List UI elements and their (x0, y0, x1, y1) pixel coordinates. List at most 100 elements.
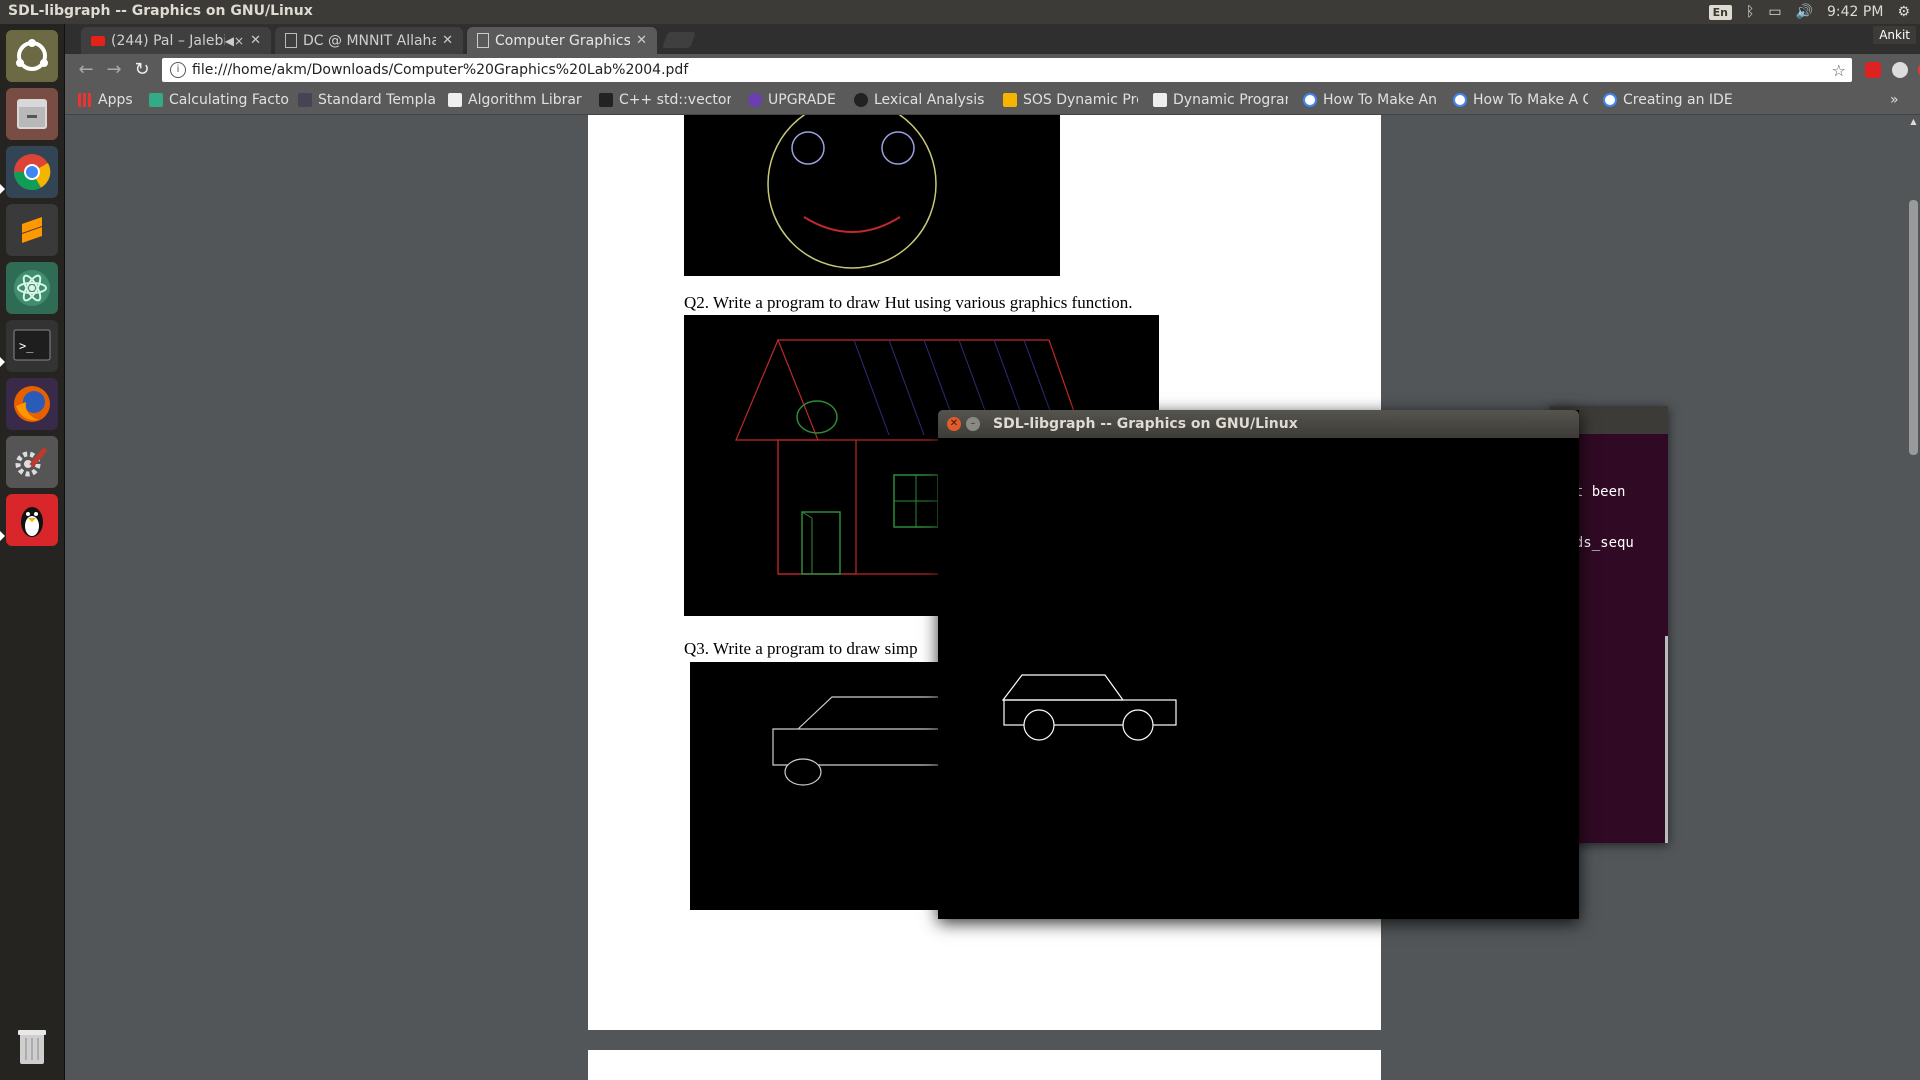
sdl-canvas[interactable] (938, 438, 1579, 919)
bookmark-algorithm-librar[interactable]: Algorithm Librar (448, 91, 583, 109)
pdf-page-next (588, 1050, 1381, 1080)
forward-arrow-icon[interactable]: → (103, 59, 125, 81)
bookmarks-overflow-button[interactable]: » (1890, 91, 1910, 109)
bookmark-label: Lexical Analysis (874, 92, 985, 108)
adblock-plus-icon[interactable] (1865, 62, 1881, 78)
launcher-sublime[interactable] (6, 204, 58, 256)
bookmark-label: SOS Dynamic Pro (1023, 92, 1138, 108)
system-settings-icon (15, 447, 48, 477)
volume-icon[interactable]: 🔊 (1796, 4, 1813, 20)
reload-icon[interactable]: ↻ (131, 59, 153, 81)
tab-dc-mnnit[interactable]: DC @ MNNIT Allaha ✕ (275, 27, 463, 54)
back-arrow-icon[interactable]: ← (75, 59, 97, 81)
close-icon[interactable]: ✕ (442, 33, 453, 48)
battery-icon[interactable]: ▭ (1768, 4, 1781, 20)
keyboard-layout-indicator[interactable]: En (1708, 4, 1732, 20)
star-bookmark-icon[interactable]: ☆ (1832, 61, 1846, 80)
close-icon[interactable]: ✕ (636, 33, 647, 48)
running-indicator (0, 184, 5, 194)
bookmark-label: C++ std::vector : (619, 92, 731, 108)
sublime-text-icon (22, 217, 42, 243)
github-icon (854, 93, 868, 107)
speaker-muted-icon[interactable]: ◀× (225, 34, 244, 48)
launcher-chrome[interactable] (6, 146, 58, 198)
tab-youtube[interactable]: (244) Pal – Jalebi ◀× ✕ (81, 27, 271, 54)
bookmark-calculating-facto[interactable]: Calculating Facto (149, 91, 289, 109)
bookmark-label: Dynamic Program (1173, 92, 1288, 108)
tab-title: DC @ MNNIT Allaha (303, 32, 437, 49)
apps-grid-icon (78, 93, 92, 107)
pdf-scrollbar[interactable]: ▲ (1906, 115, 1920, 1080)
running-indicator (0, 357, 5, 367)
launcher-files[interactable] (6, 88, 58, 140)
bookmark-upgrade[interactable]: UPGRADE (748, 91, 848, 109)
bookmark-label: How To Make A C (1473, 92, 1588, 108)
sdl-window-title: SDL-libgraph -- Graphics on GNU/Linux (993, 416, 1298, 432)
address-bar[interactable]: i file:///home/akm/Downloads/Computer%20… (162, 58, 1852, 82)
smiley-output-image (684, 115, 1060, 276)
youtube-icon (91, 35, 105, 46)
bookmark-lexical-analysis[interactable]: Lexical Analysis (854, 91, 989, 109)
bookmark-how-to-make-an[interactable]: How To Make An (1303, 91, 1438, 109)
tab-title: Computer Graphics (495, 32, 631, 49)
bookmark-cpp-std-vector[interactable]: C++ std::vector : (599, 91, 731, 109)
bluetooth-icon[interactable]: ᛒ (1746, 4, 1754, 20)
scroll-up-arrow-icon[interactable]: ▲ (1909, 117, 1918, 126)
tux-penguin-icon (21, 507, 43, 537)
close-icon[interactable]: ✕ (947, 417, 961, 431)
bookmark-sos-dynamic-pro[interactable]: SOS Dynamic Pro (1003, 91, 1138, 109)
terminal-scrollbar[interactable] (1665, 636, 1668, 843)
bookmark-how-to-make-a-c[interactable]: How To Make A C (1453, 91, 1588, 109)
trash-icon (18, 1030, 46, 1064)
browser-toolbar: ← → ↻ i file:///home/akm/Downloads/Compu… (65, 54, 1920, 86)
user-tooltip: Ankit (1873, 26, 1916, 44)
tab-computer-graphics[interactable]: Computer Graphics ✕ (467, 27, 657, 54)
bookmarks-bar: Apps Calculating Facto Standard Templa A… (65, 86, 1920, 115)
launcher-trash[interactable] (6, 1020, 58, 1072)
clock[interactable]: 9:42 PM (1827, 4, 1883, 20)
launcher-sdl-app[interactable] (6, 494, 58, 546)
info-icon[interactable]: i (170, 62, 186, 78)
system-tray: En ᛒ ▭ 🔊 9:42 PM ⚙ (1708, 0, 1920, 24)
bookmark-icon (1003, 93, 1017, 107)
bookmark-icon (448, 93, 462, 107)
dash-home-button[interactable] (6, 30, 58, 82)
page-icon (477, 33, 489, 48)
bookmark-apps[interactable]: Apps (78, 91, 148, 109)
bookmark-label: Standard Templa (318, 92, 435, 108)
bookmark-label: Apps (98, 92, 133, 108)
new-tab-button[interactable] (662, 32, 696, 48)
bookmark-label: Creating an IDE (1623, 92, 1733, 108)
smiley-drawing (767, 115, 937, 269)
google-icon (1603, 93, 1617, 107)
launcher-terminal[interactable]: >_ (6, 320, 58, 372)
launcher-settings[interactable] (6, 436, 58, 488)
bookmark-icon (748, 93, 762, 107)
extension-circle-icon[interactable] (1892, 62, 1908, 78)
page-icon (285, 33, 297, 48)
bookmark-dynamic-program[interactable]: Dynamic Program (1153, 91, 1288, 109)
bookmark-icon (599, 93, 613, 107)
question-2-text: Q2. Write a program to draw Hut using va… (684, 293, 1133, 312)
running-indicator (0, 531, 5, 541)
minimize-icon[interactable]: – (966, 417, 980, 431)
bookmark-standard-templa[interactable]: Standard Templa (298, 91, 435, 109)
sdl-car-drawing (1001, 674, 1177, 741)
close-icon[interactable]: ✕ (250, 33, 261, 48)
gear-icon[interactable]: ⚙ (1897, 4, 1910, 20)
launcher: >_ (0, 24, 65, 1080)
top-panel: SDL-libgraph -- Graphics on GNU/Linux En… (0, 0, 1920, 24)
bookmark-creating-an-ide[interactable]: Creating an IDE (1603, 91, 1738, 109)
launcher-atom[interactable] (6, 262, 58, 314)
sdl-graphics-window[interactable]: ✕ – SDL-libgraph -- Graphics on GNU/Linu… (938, 410, 1579, 919)
bookmark-icon (1153, 93, 1167, 107)
chrome-icon (13, 154, 51, 191)
launcher-firefox[interactable] (6, 378, 58, 430)
google-icon (1453, 93, 1467, 107)
active-window-title: SDL-libgraph -- Graphics on GNU/Linux (8, 3, 313, 19)
scroll-thumb[interactable] (1909, 200, 1918, 455)
bookmark-icon (298, 93, 312, 107)
svg-text:>_: >_ (19, 339, 34, 353)
google-icon (1303, 93, 1317, 107)
sdl-window-titlebar[interactable]: ✕ – SDL-libgraph -- Graphics on GNU/Linu… (938, 410, 1579, 438)
